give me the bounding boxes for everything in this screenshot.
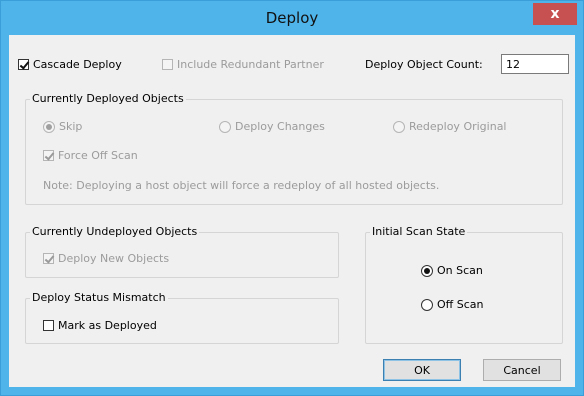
- deploy-new-objects-label: Deploy New Objects: [58, 252, 170, 265]
- include-redundant-partner-label: Include Redundant Partner: [177, 58, 324, 71]
- include-redundant-partner-checkbox[interactable]: Include Redundant Partner: [162, 58, 324, 71]
- deploy-status-mismatch-group: Deploy Status Mismatch Mark as Deployed: [25, 291, 339, 344]
- cascade-deploy-label: Cascade Deploy: [33, 58, 122, 71]
- radio-icon: [43, 120, 55, 133]
- initial-scan-state-group: Initial Scan State On Scan Off Scan: [365, 225, 563, 344]
- mark-as-deployed-label: Mark as Deployed: [58, 319, 157, 332]
- currently-undeployed-title: Currently Undeployed Objects: [30, 225, 200, 238]
- title-bar[interactable]: Deploy x: [1, 1, 583, 35]
- check-icon: [18, 59, 29, 70]
- force-off-scan-checkbox[interactable]: Force Off Scan: [43, 149, 138, 162]
- radio-icon: [219, 120, 231, 133]
- radio-off-scan-label: Off Scan: [437, 298, 484, 311]
- radio-redeploy-original-label: Redeploy Original: [409, 120, 507, 133]
- currently-deployed-title: Currently Deployed Objects: [30, 92, 186, 105]
- mark-as-deployed-checkbox[interactable]: Mark as Deployed: [43, 319, 157, 332]
- radio-skip[interactable]: Skip: [43, 120, 82, 133]
- initial-scan-state-title: Initial Scan State: [370, 225, 468, 238]
- radio-icon: [393, 120, 405, 133]
- checkbox-icon: [162, 59, 173, 70]
- check-icon: [43, 253, 54, 264]
- radio-icon: [421, 298, 433, 311]
- dialog-title: Deploy: [265, 9, 319, 27]
- close-button[interactable]: x: [533, 3, 577, 25]
- currently-undeployed-group: Currently Undeployed Objects Deploy New …: [25, 225, 339, 278]
- radio-icon: [421, 264, 433, 277]
- deploy-object-count-field[interactable]: [501, 54, 569, 74]
- deploy-dialog: Deploy x Cascade Deploy Include Redundan…: [0, 0, 584, 396]
- radio-on-scan[interactable]: On Scan: [421, 264, 483, 277]
- force-off-scan-label: Force Off Scan: [58, 149, 138, 162]
- deploy-note: Note: Deploying a host object will force…: [43, 179, 440, 192]
- deploy-status-mismatch-title: Deploy Status Mismatch: [30, 291, 168, 304]
- check-icon: [43, 150, 54, 161]
- ok-button[interactable]: OK: [383, 359, 461, 381]
- radio-off-scan[interactable]: Off Scan: [421, 298, 483, 311]
- deploy-object-count-label: Deploy Object Count:: [365, 58, 483, 71]
- radio-on-scan-label: On Scan: [437, 264, 483, 277]
- close-icon: x: [550, 6, 560, 22]
- checkbox-icon: [43, 320, 54, 331]
- deploy-new-objects-checkbox[interactable]: Deploy New Objects: [43, 252, 169, 265]
- radio-deploy-changes-label: Deploy Changes: [235, 120, 325, 133]
- radio-redeploy-original[interactable]: Redeploy Original: [393, 120, 507, 133]
- radio-skip-label: Skip: [59, 120, 83, 133]
- dialog-body: Cascade Deploy Include Redundant Partner…: [9, 35, 575, 387]
- cascade-deploy-checkbox[interactable]: Cascade Deploy: [18, 58, 122, 71]
- currently-deployed-group: Currently Deployed Objects Skip Deploy C…: [25, 92, 563, 205]
- radio-deploy-changes[interactable]: Deploy Changes: [219, 120, 325, 133]
- cancel-button[interactable]: Cancel: [483, 359, 561, 381]
